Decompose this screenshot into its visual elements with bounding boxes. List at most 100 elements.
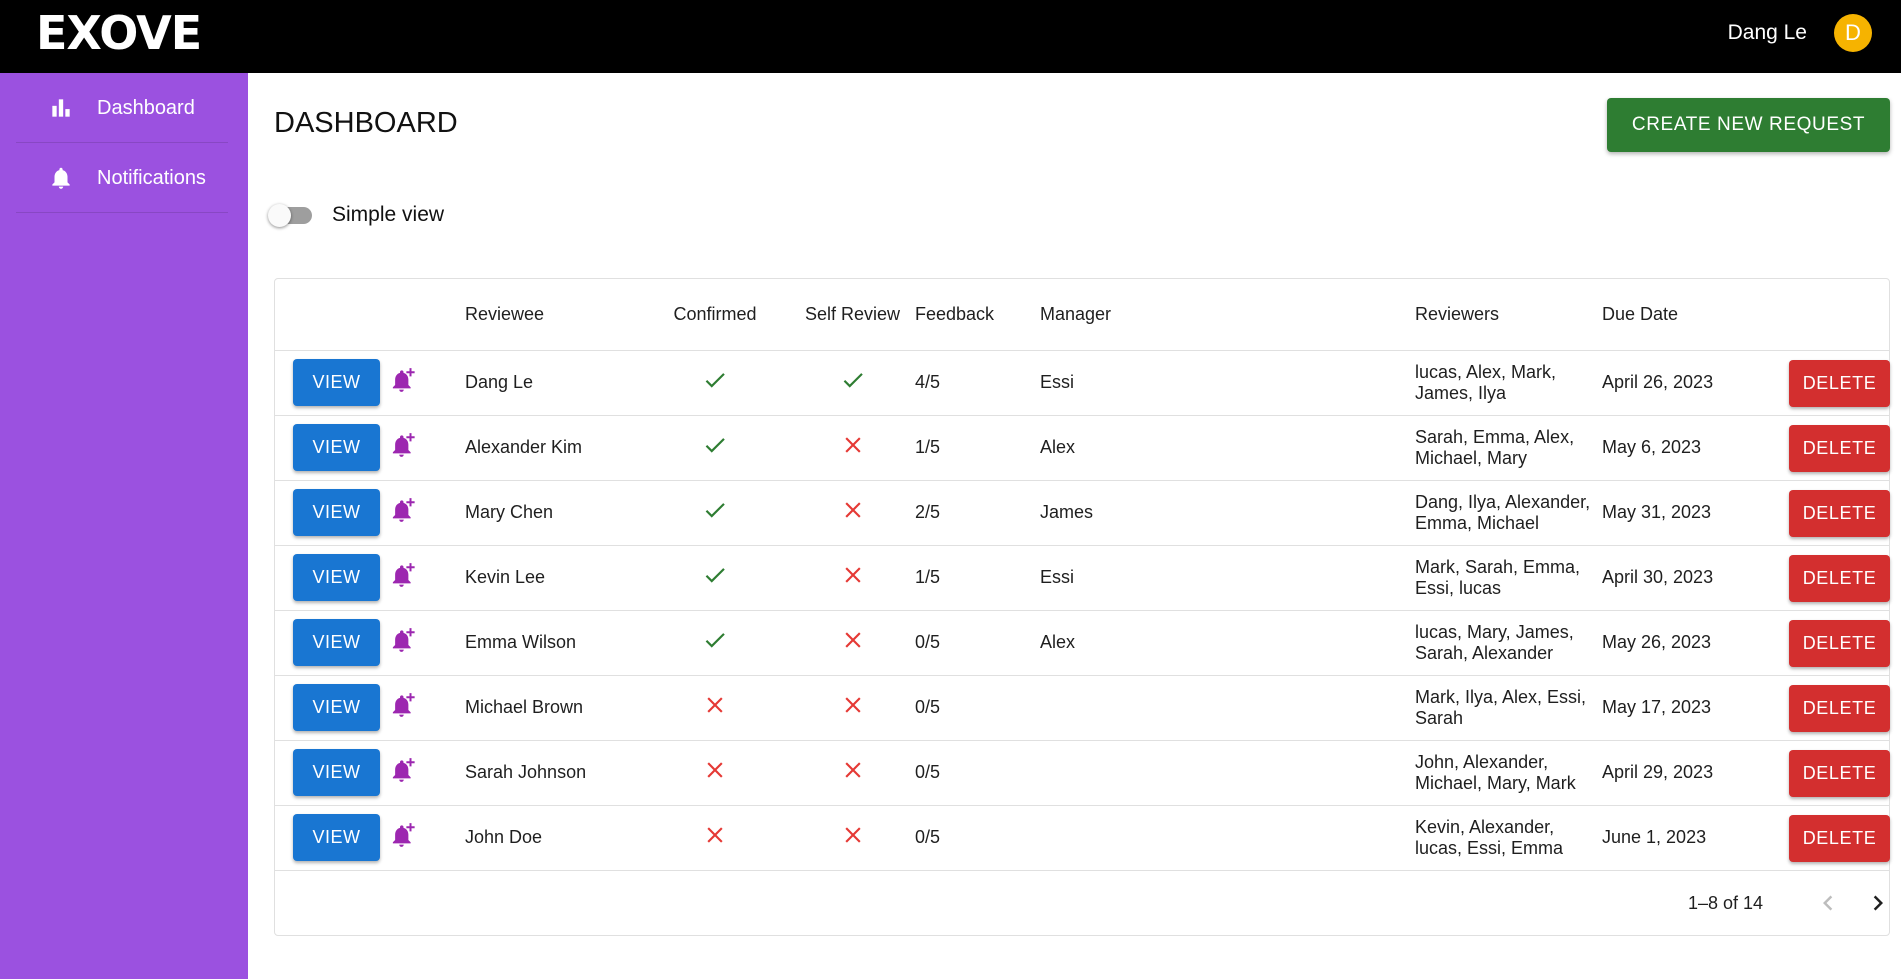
close-icon [844,697,861,713]
cell-manager: Essi [1040,545,1415,611]
delete-button[interactable]: DELETE [1789,814,1890,862]
cell-due-date: May 6, 2023 DELETE [1602,415,1890,481]
view-button[interactable]: VIEW [293,489,380,536]
cell-reviewee: Alexander Kim [465,415,640,481]
remind-button[interactable] [389,690,419,720]
cell-reviewers: Kevin, Alexander, lucas, Essi, Emma [1415,805,1602,871]
cell-confirmed [640,415,790,481]
chevron-left-icon[interactable] [1813,888,1843,918]
header-feedback: Feedback [915,279,1040,351]
exove-logo[interactable]: EXOVE [36,10,202,56]
avatar[interactable]: D [1834,14,1872,52]
cell-reviewers: Mark, Sarah, Emma, Essi, lucas [1415,545,1602,611]
view-button[interactable]: VIEW [293,619,380,666]
remind-button[interactable] [389,820,419,850]
header-actions [275,279,391,351]
remind-button[interactable] [389,365,419,395]
sidebar: Dashboard Notifications [0,73,248,979]
cell-reviewee: Dang Le [465,350,640,416]
close-icon [844,632,861,648]
cell-self-review [790,350,915,416]
cell-confirmed [640,480,790,546]
bell-plus-icon [392,823,415,847]
delete-button[interactable]: DELETE [1789,359,1890,407]
sidebar-item-dashboard[interactable]: Dashboard [16,73,228,143]
cell-self-review [790,740,915,806]
close-icon [844,762,861,778]
due-date-text: May 6, 2023 [1602,437,1702,457]
sidebar-item-label: Notifications [97,167,206,189]
bell-plus-icon [392,758,415,782]
cell-view: VIEW [275,805,391,871]
cell-reviewee: Sarah Johnson [465,740,640,806]
chevron-right-icon[interactable] [1863,888,1893,918]
cell-reviewers: lucas, Alex, Mark, James, Ilya [1415,350,1602,416]
cell-view: VIEW [275,415,391,481]
bell-plus-icon [392,693,415,717]
cell-feedback: 0/5 [915,805,1040,871]
close-icon [844,502,861,518]
cell-feedback: 1/5 [915,545,1040,611]
cell-remind [389,610,465,676]
close-icon [707,827,723,843]
remind-button[interactable] [389,560,419,590]
cell-feedback: 0/5 [915,675,1040,741]
cell-reviewers: Mark, Ilya, Alex, Essi, Sarah [1415,675,1602,741]
table-row: VIEW Mary Chen 2/5 James Dang, Ilya, Alexand… [275,480,1890,546]
cell-manager [1040,740,1415,806]
view-button[interactable]: VIEW [293,684,380,731]
remind-button[interactable] [389,430,419,460]
create-new-request-button[interactable]: CREATE NEW REQUEST [1607,98,1890,152]
check-icon [705,568,725,583]
cell-confirmed [640,805,790,871]
cell-remind [389,545,465,611]
close-icon [844,827,861,843]
delete-button[interactable]: DELETE [1789,489,1890,537]
delete-button[interactable]: DELETE [1789,619,1890,667]
table-body: VIEW Dang Le 4/5 Essi lucas, Alex, Mark, Jam… [275,350,1890,871]
bell-plus-icon [392,433,415,457]
user-name: Dang Le [1727,21,1807,44]
cell-reviewers: Sarah, Emma, Alex, Michael, Mary [1415,415,1602,481]
cell-feedback: 2/5 [915,480,1040,546]
remind-button[interactable] [389,625,419,655]
cell-view: VIEW [275,480,391,546]
cell-view: VIEW [275,610,391,676]
bell-plus-icon [392,368,415,392]
delete-button[interactable]: DELETE [1789,424,1890,472]
simple-view-toggle[interactable] [268,202,320,228]
header-confirmed: Confirmed [640,279,790,351]
view-button[interactable]: VIEW [293,749,380,796]
close-icon [707,697,723,713]
view-button[interactable]: VIEW [293,814,380,861]
cell-reviewee: John Doe [465,805,640,871]
cell-reviewee: Emma Wilson [465,610,640,676]
delete-button[interactable]: DELETE [1789,684,1890,732]
requests-table: Reviewee Confirmed Self Review Feedback … [275,279,1890,871]
delete-button[interactable]: DELETE [1789,554,1890,602]
cell-due-date: April 29, 2023 DELETE [1602,740,1890,806]
due-date-text: April 26, 2023 [1602,372,1714,392]
cell-manager [1040,675,1415,741]
cell-due-date: June 1, 2023 DELETE [1602,805,1890,871]
view-button[interactable]: VIEW [293,359,380,406]
sidebar-item-label: Dashboard [97,97,195,119]
view-button[interactable]: VIEW [293,424,380,471]
check-icon [705,438,725,453]
cell-due-date: May 26, 2023 DELETE [1602,610,1890,676]
cell-self-review [790,610,915,676]
cell-self-review [790,480,915,546]
cell-manager: Alex [1040,415,1415,481]
check-icon [843,373,863,388]
cell-remind [389,350,465,416]
cell-self-review [790,545,915,611]
cell-confirmed [640,545,790,611]
delete-button[interactable]: DELETE [1789,749,1890,797]
remind-button[interactable] [389,755,419,785]
sidebar-item-notifications[interactable]: Notifications [16,143,228,213]
cell-manager: James [1040,480,1415,546]
remind-button[interactable] [389,495,419,525]
check-icon [705,373,725,388]
view-button[interactable]: VIEW [293,554,380,601]
top-app-bar: EXOVE Dang Le D [0,0,1901,73]
